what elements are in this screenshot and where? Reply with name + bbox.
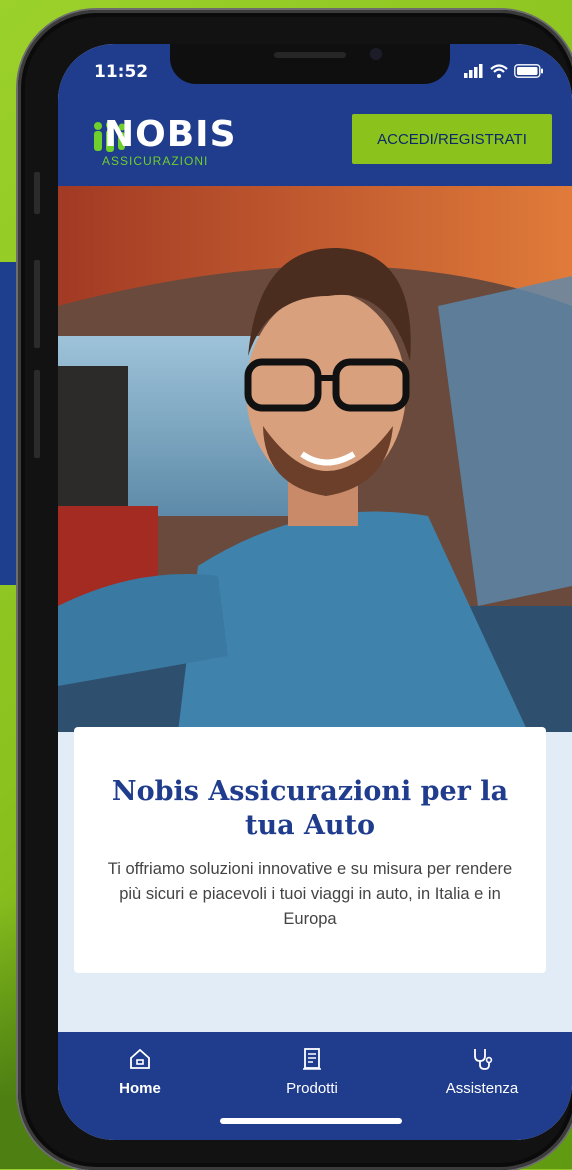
info-card: Nobis Assicurazioni per la tua Auto Ti o… bbox=[74, 727, 546, 973]
tab-assistenza[interactable]: Assistenza bbox=[412, 1046, 552, 1097]
battery-icon bbox=[514, 64, 543, 78]
volume-up-button bbox=[34, 260, 40, 348]
status-icons bbox=[464, 64, 544, 78]
status-time: 11:52 bbox=[94, 62, 149, 82]
app-screen: 11:52 NOBIS ASSICURAZIONI ACCEDI/REGISTR… bbox=[58, 44, 572, 1140]
card-title: Nobis Assicurazioni per la tua Auto bbox=[111, 776, 509, 841]
card-description: Ti offriamo soluzioni innovative e su mi… bbox=[107, 860, 513, 928]
login-register-button[interactable]: ACCEDI/REGISTRATI bbox=[352, 114, 552, 164]
tab-home[interactable]: Home bbox=[70, 1046, 210, 1097]
wifi-icon bbox=[490, 64, 508, 78]
side-button bbox=[34, 172, 40, 214]
logo-word: NOBIS bbox=[104, 114, 237, 155]
document-icon bbox=[303, 1048, 321, 1070]
tab-assistenza-label: Assistenza bbox=[445, 1080, 519, 1097]
home-icon bbox=[130, 1048, 150, 1069]
hero-image bbox=[58, 186, 572, 732]
app-header: 11:52 NOBIS ASSICURAZIONI ACCEDI/REGISTR… bbox=[58, 44, 572, 186]
stethoscope-icon bbox=[474, 1049, 493, 1070]
signal-icon bbox=[464, 64, 483, 78]
phone-notch bbox=[170, 44, 450, 84]
nobis-logo[interactable]: NOBIS ASSICURAZIONI bbox=[94, 114, 237, 170]
tab-prodotti[interactable]: Prodotti bbox=[242, 1046, 382, 1097]
driver-photo-illustration bbox=[58, 186, 572, 732]
volume-down-button bbox=[34, 370, 40, 458]
tab-home-label: Home bbox=[119, 1080, 161, 1097]
logo-subtitle: ASSICURAZIONI bbox=[102, 154, 209, 168]
bottom-tab-bar: Home Prodotti Assistenza bbox=[58, 1032, 572, 1140]
home-indicator[interactable] bbox=[220, 1118, 402, 1124]
tab-prodotti-label: Prodotti bbox=[286, 1080, 338, 1097]
